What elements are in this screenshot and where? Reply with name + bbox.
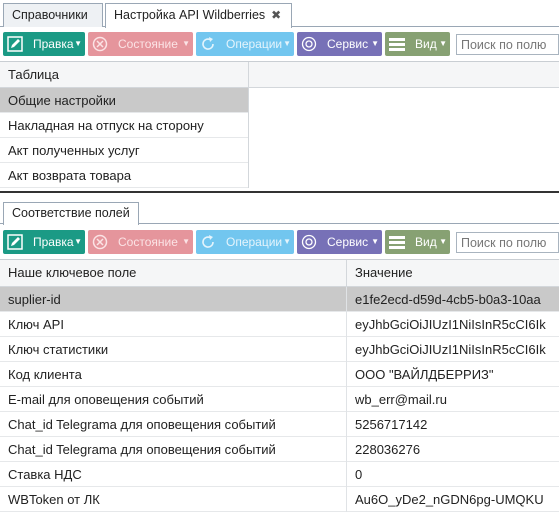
value-cell[interactable]: 0 bbox=[347, 462, 559, 487]
lower-tabbar: Соответствие полей bbox=[0, 198, 559, 225]
operations-menu-button[interactable]: Операции ▼ bbox=[196, 230, 294, 254]
view-label: Вид bbox=[415, 37, 437, 51]
value-cell[interactable]: 228036276 bbox=[347, 437, 559, 462]
table-row[interactable]: Общие настройки bbox=[0, 88, 248, 113]
table-row[interactable]: E-mail для оповещения событий wb_err@mai… bbox=[0, 387, 559, 412]
tab-label: Справочники bbox=[12, 8, 88, 22]
state-label: Состояние bbox=[118, 37, 178, 51]
tables-list: Общие настройки Накладная на отпуск на с… bbox=[0, 88, 249, 188]
field-mapping-grid: Наше ключевое поле Значение suplier-id e… bbox=[0, 259, 559, 518]
operations-label: Операции bbox=[226, 235, 283, 249]
table-row[interactable]: Ключ API eyJhbGciOiJIUzI1NiIsInR5cCI6Ik bbox=[0, 312, 559, 337]
table-row[interactable]: WBToken от ЛК Au6O_yDe2_nGDN6pg-UMQKU bbox=[0, 487, 559, 512]
service-menu-button[interactable]: Сервис ▼ bbox=[297, 32, 382, 56]
caret-down-icon: ▼ bbox=[74, 237, 82, 246]
panel-splitter[interactable] bbox=[0, 191, 559, 193]
key-cell: Ставка НДС bbox=[0, 462, 347, 487]
edit-menu-button[interactable]: Правка ▼ bbox=[3, 32, 85, 56]
tab-field-mapping[interactable]: Соответствие полей bbox=[3, 202, 139, 225]
table-row[interactable]: Ключ статистики eyJhbGciOiJIUzI1NiIsInR5… bbox=[0, 337, 559, 362]
caret-down-icon: ▼ bbox=[439, 237, 447, 246]
edit-menu-button[interactable]: Правка ▼ bbox=[3, 230, 85, 254]
table-row[interactable]: Код клиента ООО "ВАЙЛДБЕРРИЗ" bbox=[0, 362, 559, 387]
caret-down-icon: ▼ bbox=[74, 39, 82, 48]
lower-toolbar: Правка ▼ Состояние ▼ Операции ▼ Сервис ▼… bbox=[0, 227, 559, 257]
table-row[interactable]: Акт полученных услуг bbox=[0, 138, 248, 163]
state-menu-button[interactable]: Состояние ▼ bbox=[88, 32, 193, 56]
tab-wildberries-api[interactable]: Настройка API Wildberries ✖ bbox=[105, 3, 292, 28]
field-mapping-rows: suplier-id e1fe2ecd-d59d-4cb5-b0a3-10aa … bbox=[0, 287, 559, 512]
key-cell: Ключ API bbox=[0, 312, 347, 337]
state-menu-button[interactable]: Состояние ▼ bbox=[88, 230, 193, 254]
refresh-icon bbox=[196, 32, 220, 56]
key-cell: WBToken от ЛК bbox=[0, 487, 347, 512]
key-cell: Код клиента bbox=[0, 362, 347, 387]
gear-icon bbox=[297, 32, 321, 56]
caret-down-icon: ▼ bbox=[283, 237, 291, 246]
table-row[interactable]: Накладная на отпуск на сторону bbox=[0, 113, 248, 138]
refresh-icon bbox=[196, 230, 220, 254]
tables-grid: Таблица Общие настройки Накладная на отп… bbox=[0, 61, 559, 190]
view-label: Вид bbox=[415, 235, 437, 249]
value-cell[interactable]: wb_err@mail.ru bbox=[347, 387, 559, 412]
search-input[interactable] bbox=[456, 232, 559, 253]
value-cell[interactable]: Au6O_yDe2_nGDN6pg-UMQKU bbox=[347, 487, 559, 512]
top-tabbar: Справочники Настройка API Wildberries ✖ bbox=[0, 0, 559, 28]
key-cell: Chat_id Telegrama для оповещения событий bbox=[0, 437, 347, 462]
edit-label: Правка bbox=[33, 37, 74, 51]
key-cell: Ключ статистики bbox=[0, 337, 347, 362]
table-row[interactable]: suplier-id e1fe2ecd-d59d-4cb5-b0a3-10aa bbox=[0, 287, 559, 312]
caret-down-icon: ▼ bbox=[439, 39, 447, 48]
tab-directories[interactable]: Справочники bbox=[3, 3, 103, 27]
caret-down-icon: ▼ bbox=[371, 237, 379, 246]
grid-header: Таблица bbox=[0, 62, 559, 88]
caret-down-icon: ▼ bbox=[371, 39, 379, 48]
table-row[interactable]: Ставка НДС 0 bbox=[0, 462, 559, 487]
cancel-circle-icon bbox=[88, 230, 112, 254]
edit-label: Правка bbox=[33, 235, 74, 249]
search-input[interactable] bbox=[456, 34, 559, 55]
key-cell: E-mail для оповещения событий bbox=[0, 387, 347, 412]
close-icon[interactable]: ✖ bbox=[271, 4, 281, 26]
value-cell[interactable]: eyJhbGciOiJIUzI1NiIsInR5cCI6Ik bbox=[347, 312, 559, 337]
key-cell: Chat_id Telegrama для оповещения событий bbox=[0, 412, 347, 437]
value-cell[interactable]: e1fe2ecd-d59d-4cb5-b0a3-10aa bbox=[347, 287, 559, 312]
table-row[interactable]: Chat_id Telegrama для оповещения событий… bbox=[0, 412, 559, 437]
column-header-table[interactable]: Таблица bbox=[0, 62, 249, 87]
operations-menu-button[interactable]: Операции ▼ bbox=[196, 32, 294, 56]
gear-icon bbox=[297, 230, 321, 254]
caret-down-icon: ▼ bbox=[182, 39, 190, 48]
table-row[interactable]: Chat_id Telegrama для оповещения событий… bbox=[0, 437, 559, 462]
caret-down-icon: ▼ bbox=[182, 237, 190, 246]
cancel-circle-icon bbox=[88, 32, 112, 56]
operations-label: Операции bbox=[226, 37, 283, 51]
view-menu-button[interactable]: Вид ▼ bbox=[385, 32, 450, 56]
view-menu-button[interactable]: Вид ▼ bbox=[385, 230, 450, 254]
state-label: Состояние bbox=[118, 235, 178, 249]
table-row[interactable]: Акт возврата товара bbox=[0, 163, 248, 188]
value-cell[interactable]: eyJhbGciOiJIUzI1NiIsInR5cCI6Ik bbox=[347, 337, 559, 362]
list-view-icon bbox=[385, 32, 409, 56]
edit-icon bbox=[3, 230, 27, 254]
grid-header: Наше ключевое поле Значение bbox=[0, 260, 559, 287]
value-cell[interactable]: 5256717142 bbox=[347, 412, 559, 437]
caret-down-icon: ▼ bbox=[283, 39, 291, 48]
tab-label: Соответствие полей bbox=[12, 206, 130, 220]
column-header-value[interactable]: Значение bbox=[347, 260, 559, 286]
value-cell[interactable]: ООО "ВАЙЛДБЕРРИЗ" bbox=[347, 362, 559, 387]
service-label: Сервис bbox=[327, 37, 369, 51]
key-cell: suplier-id bbox=[0, 287, 347, 312]
service-label: Сервис bbox=[327, 235, 369, 249]
edit-icon bbox=[3, 32, 27, 56]
tab-label: Настройка API Wildberries bbox=[114, 8, 266, 22]
list-view-icon bbox=[385, 230, 409, 254]
service-menu-button[interactable]: Сервис ▼ bbox=[297, 230, 382, 254]
upper-toolbar: Правка ▼ Состояние ▼ Операции ▼ Сервис ▼… bbox=[0, 29, 559, 59]
column-header-key-field[interactable]: Наше ключевое поле bbox=[0, 260, 347, 286]
